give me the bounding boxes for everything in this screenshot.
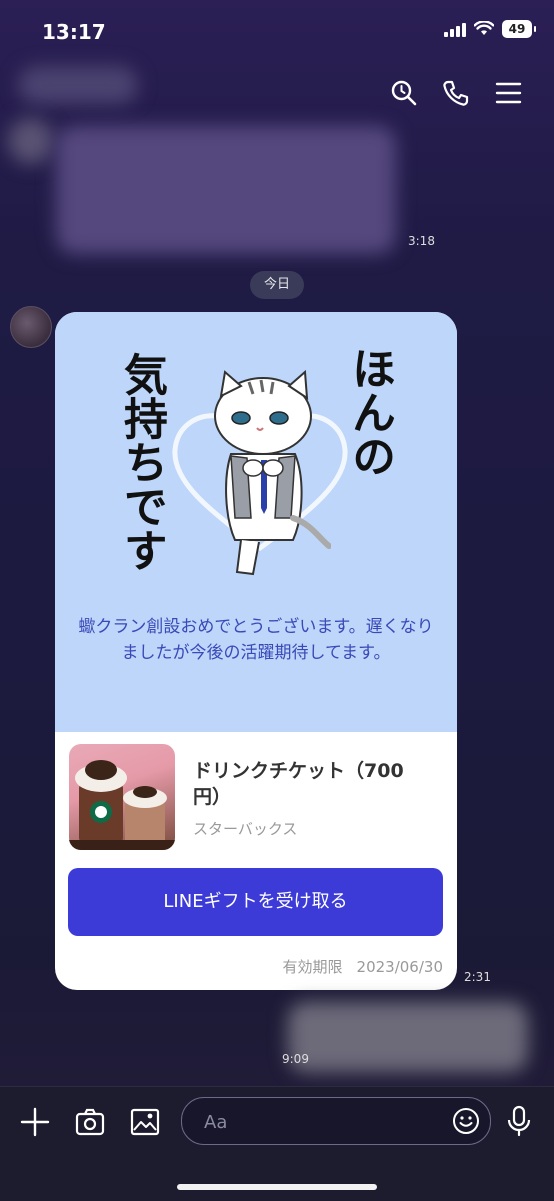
gift-message: 蠍クラン創設おめでとうございます。遅くなりましたが今後の活躍期待してます。: [78, 617, 434, 663]
gift-message-time: 2:31: [464, 970, 491, 984]
expiry-date: 2023/06/30: [356, 958, 443, 976]
emoji-icon[interactable]: [452, 1107, 480, 1135]
gift-sticker-area: 気持ちです ほんの 蠍クラン創設おめでとうございます。遅くなりましたが今後の活躍…: [55, 312, 457, 732]
wifi-icon: [474, 21, 494, 35]
image-icon[interactable]: [130, 1107, 160, 1137]
battery-icon: 49: [502, 20, 536, 38]
receive-gift-button[interactable]: LINEギフトを受け取る: [68, 868, 443, 936]
status-icons: 49: [444, 20, 536, 38]
message-time: 3:18: [408, 234, 435, 248]
plus-icon[interactable]: [20, 1107, 50, 1137]
menu-icon[interactable]: [494, 78, 524, 108]
signal-icon: [444, 21, 466, 37]
status-time: 13:17: [42, 20, 106, 44]
cat-sticker: [214, 369, 331, 576]
phone-icon[interactable]: [441, 78, 471, 108]
gift-card[interactable]: 気持ちです ほんの 蠍クラン創設おめでとうございます。遅くなりましたが今後の活躍…: [55, 312, 457, 990]
product-name: ドリンクチケット（700円）: [193, 760, 404, 808]
message-input[interactable]: [202, 1108, 446, 1136]
search-icon[interactable]: [389, 78, 419, 108]
blurred-avatar: [8, 118, 54, 164]
expiry-label: 有効期限: [282, 958, 343, 976]
sent-message-time: 9:09: [282, 1052, 309, 1066]
mic-icon[interactable]: [506, 1105, 532, 1137]
avatar[interactable]: [10, 306, 52, 348]
home-indicator: [177, 1184, 377, 1190]
message-input-container: [181, 1097, 491, 1145]
camera-icon[interactable]: [75, 1107, 105, 1137]
sent-message-blurred: [288, 1002, 528, 1072]
sticker-text-left: 気持ちです: [116, 352, 167, 572]
product-brand: スターバックス: [193, 820, 298, 838]
product-info: ドリンクチケット（700円） スターバックス: [69, 744, 449, 854]
message-bubble-blurred: [56, 126, 396, 254]
date-divider: 今日: [250, 271, 304, 299]
chat-title: [18, 66, 138, 104]
expiry-info: 有効期限 2023/06/30: [269, 956, 443, 977]
product-image: [69, 744, 175, 850]
sticker-text-right: ほんの: [344, 346, 395, 478]
